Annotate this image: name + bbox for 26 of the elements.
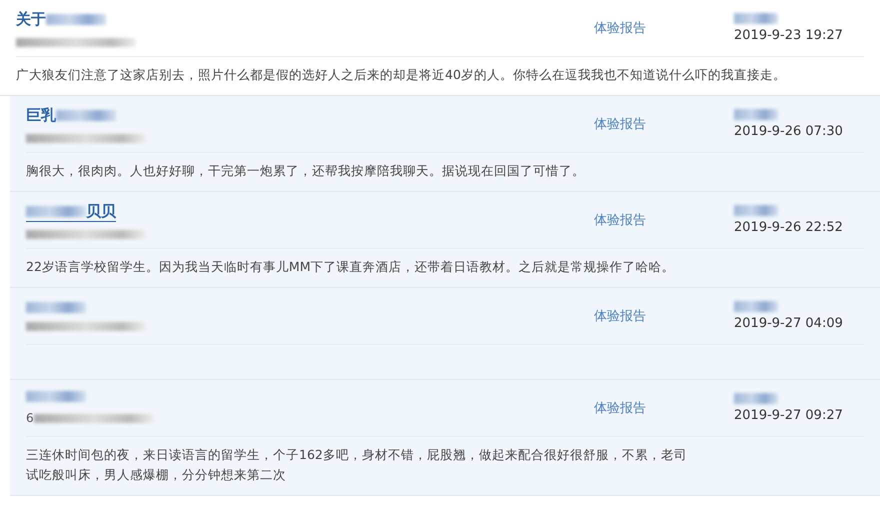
author-name <box>734 13 778 24</box>
author-name <box>734 109 778 120</box>
post-date: 2019-9-27 09:27 <box>734 408 844 423</box>
post-title-link[interactable] <box>26 391 86 403</box>
report-link[interactable]: 体验报告 <box>594 211 734 229</box>
post-title-link[interactable]: 巨乳 <box>26 106 116 126</box>
author-name <box>734 301 778 312</box>
author-name <box>734 393 778 404</box>
ip-address: 6 <box>26 411 154 425</box>
post-date: 2019-9-27 04:09 <box>734 316 844 331</box>
post-title-link[interactable]: 关于 <box>16 10 106 30</box>
post-title-link[interactable]: 贝贝 <box>26 202 116 222</box>
review-text: 胸很大，很肉肉。人也好好聊，干完第一炮累了，还帮我按摩陪我聊天。据说现在回国了可惜了。 <box>26 162 586 180</box>
report-link[interactable]: 体验报告 <box>594 115 734 133</box>
review-text: 广大狼友们注意了这家店别去，照片什么都是假的选好人之后来的却是将近40岁的人。你特么在逗我我也不知道说什么吓的我直接走。 <box>16 66 787 84</box>
review-text: 三连休时间包的夜，来日读语言的留学生，个子162多吧，身材不错，屁股翘，做起来配合很好很舒服，不累，老司 <box>26 446 688 464</box>
report-link[interactable]: 体验报告 <box>594 19 734 37</box>
report-link[interactable]: 体验报告 <box>594 399 734 417</box>
post-date: 2019-9-23 19:27 <box>734 28 844 43</box>
post-date: 2019-9-26 22:52 <box>734 220 844 235</box>
review-text: 试吃般叫床，男人感爆棚，分分钟想来第二次 <box>26 466 287 484</box>
report-link[interactable]: 体验报告 <box>594 307 734 325</box>
post-title-link[interactable] <box>26 302 86 314</box>
post-date: 2019-9-26 07:30 <box>734 124 844 139</box>
author-name <box>734 205 778 216</box>
review-text: 22岁语言学校留学生。因为我当天临时有事儿MM下了课直奔酒店，还带着日语教材。之后就是常规操作了哈哈。 <box>26 258 676 276</box>
